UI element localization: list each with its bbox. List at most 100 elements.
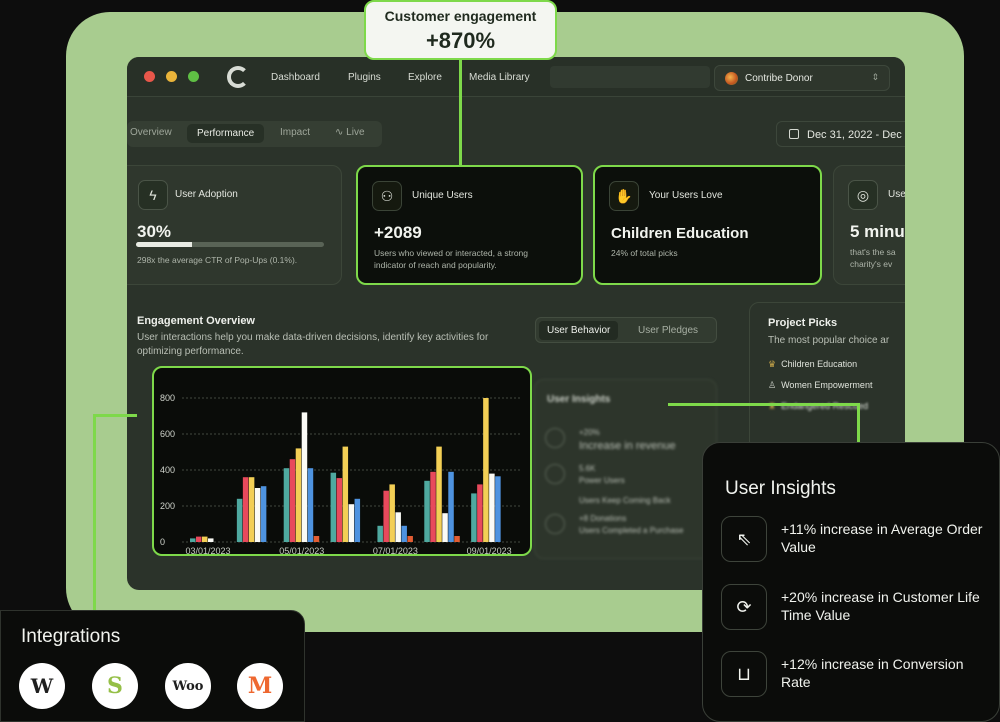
magento-icon[interactable]: M — [237, 663, 283, 709]
card-subtext-line: Users who viewed or interacted, a strong — [374, 248, 529, 258]
chart-bar — [483, 398, 489, 542]
nav-plugins[interactable]: Plugins — [348, 72, 381, 83]
chart-bar — [424, 480, 430, 542]
nav-media-library[interactable]: Media Library — [469, 72, 530, 83]
trophy-icon: ♛ — [768, 359, 777, 369]
nav-explore[interactable]: Explore — [408, 72, 442, 83]
insight-text: +12% increase in Conversion Rate — [781, 656, 964, 690]
tab-impact[interactable]: Impact — [280, 127, 310, 138]
tab-live-label: Live — [346, 127, 365, 138]
chart-bar — [236, 498, 243, 542]
customer-engagement-callout: Customer engagement +870% — [364, 0, 557, 60]
integrations-connector-v — [93, 414, 96, 610]
card-subtext: 24% of total picks — [611, 248, 678, 258]
toggle-user-pledges[interactable]: User Pledges — [638, 325, 698, 336]
chart-bar — [495, 476, 501, 542]
tab-overview[interactable]: Overview — [130, 127, 172, 138]
callout-label: Customer engagement — [384, 8, 537, 24]
card-user-adoption: ϟ User Adoption 30% 298x the average CTR… — [127, 165, 342, 285]
integrations-connector-h — [93, 414, 137, 417]
x-tick-label: 07/01/2023 — [373, 546, 418, 554]
list-item-value: +8 Donations — [579, 514, 627, 523]
chart-bar — [395, 512, 401, 542]
close-window-button[interactable] — [144, 71, 155, 82]
list-item-label: Power Users — [579, 476, 625, 485]
chart-bar — [401, 525, 407, 542]
bolt-icon: ϟ — [138, 180, 168, 210]
wordpress-icon[interactable]: W — [19, 663, 65, 709]
chart-bar — [454, 536, 460, 542]
maximize-window-button[interactable] — [188, 71, 199, 82]
card-subtext-line: charity's ev — [850, 259, 893, 269]
y-tick-label: 0 — [160, 537, 165, 547]
engagement-description: User interactions help you make data-dri… — [137, 332, 489, 357]
chart-bar — [477, 484, 483, 542]
chevron-updown-icon: ⇕ — [871, 72, 879, 82]
power-users-icon — [545, 464, 565, 484]
picks-description: The most popular choice ar — [768, 335, 890, 346]
adoption-progress-bar — [136, 242, 324, 247]
chart-bar — [289, 459, 296, 542]
tab-live[interactable]: ∿ Live — [335, 127, 365, 138]
nav-dashboard[interactable]: Dashboard — [271, 72, 320, 83]
date-range-text: Dec 31, 2022 - Dec — [807, 129, 902, 141]
list-item-label: Increase in revenue — [579, 440, 676, 452]
date-range-picker[interactable]: Dec 31, 2022 - Dec — [776, 121, 905, 147]
chart-bar — [336, 478, 343, 542]
list-item-label: Users Keep Coming Back — [579, 496, 671, 505]
adoption-progress-fill — [136, 242, 193, 247]
chart-bar — [330, 472, 337, 542]
chart-bar — [260, 486, 267, 542]
chart-svg: 0 200 400 600 800 03/01/2023 05/01/2023 07/01/2… — [160, 393, 520, 554]
chart-bar — [383, 490, 389, 542]
card-usage-time: ◎ Use 5 minu that's the sa charity's ev — [833, 165, 905, 285]
refresh-coin-icon: ⟳ — [721, 584, 767, 630]
card-title: Unique Users — [412, 190, 473, 201]
chart-bar — [301, 412, 308, 542]
list-item-label: Users Completed a Purchase — [579, 526, 684, 535]
view-tabs: Overview Performance Impact ∿ Live — [127, 121, 382, 147]
shopify-glyph: S — [107, 673, 123, 699]
chart-bar — [407, 536, 413, 542]
pick-item: ♙ Women Empowerment — [768, 380, 872, 391]
avatar — [725, 72, 738, 85]
list-item-value: +20% — [579, 428, 600, 437]
minimize-window-button[interactable] — [166, 71, 177, 82]
chart-bar — [442, 513, 448, 542]
y-tick-label: 800 — [160, 393, 175, 403]
user-insights-panel: User Insights ⇖ +11% increase in Average… — [702, 442, 1000, 722]
chart-bar — [208, 538, 214, 542]
cursor-click-icon: ⇖ — [721, 516, 767, 562]
insights-connector-v — [857, 403, 860, 443]
woocommerce-icon[interactable]: Woo — [165, 663, 211, 709]
revenue-icon — [545, 428, 565, 448]
account-switcher[interactable]: Contribe Donor ⇕ — [714, 65, 890, 91]
insight-text: +20% increase in Customer Life Time Valu… — [781, 589, 980, 623]
y-tick-label: 600 — [160, 429, 175, 439]
card-subtext-line: indicator of reach and popularity. — [374, 260, 497, 270]
account-name: Contribe Donor — [745, 73, 813, 84]
app-logo-icon — [227, 66, 249, 88]
integrations-panel: Integrations W S Woo M — [0, 610, 305, 722]
card-title: Use — [888, 189, 905, 200]
wordpress-glyph: W — [30, 674, 54, 698]
card-subtext: Users who viewed or interacted, a strong… — [374, 247, 528, 271]
search-input[interactable] — [550, 66, 710, 88]
purchase-icon — [545, 514, 565, 534]
toggle-user-behavior[interactable]: User Behavior — [539, 321, 619, 340]
chart-bar — [471, 493, 477, 542]
chart-bar — [190, 538, 196, 542]
blurred-insights-panel: User Insights +20% Increase in revenue 5.… — [534, 379, 717, 559]
card-your-users-love: ✋ Your Users Love Children Education 24%… — [593, 165, 822, 285]
x-tick-label: 03/01/2023 — [185, 546, 230, 554]
x-tick-label: 09/01/2023 — [467, 546, 512, 554]
tab-performance[interactable]: Performance — [187, 124, 265, 143]
pulse-icon: ∿ — [335, 127, 347, 138]
chart-bar — [436, 446, 442, 542]
shopify-icon[interactable]: S — [92, 663, 138, 709]
focus-icon: ◎ — [848, 180, 878, 210]
chart-bar — [313, 536, 320, 542]
title-bar: Dashboard Plugins Explore Media Library … — [127, 57, 905, 97]
callout-connector — [459, 58, 462, 166]
behavior-pledges-toggle: User Behavior User Pledges — [535, 317, 717, 343]
